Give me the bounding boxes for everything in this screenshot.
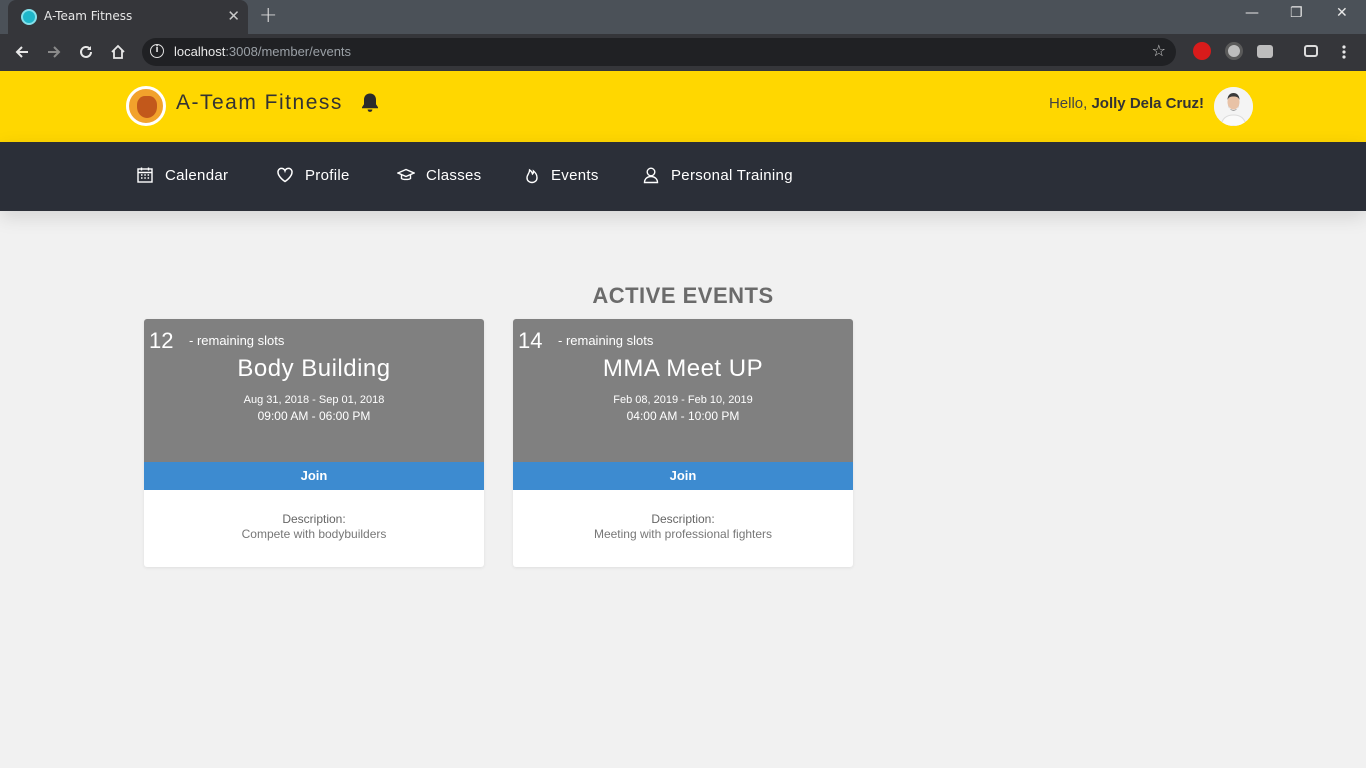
event-times: 04:00 AM - 10:00 PM: [626, 409, 740, 423]
tab-title: A-Team Fitness: [44, 9, 133, 23]
favicon-icon: [21, 9, 37, 25]
bookmark-star-icon[interactable]: ☆: [1152, 41, 1166, 60]
description-label: Description:: [651, 512, 715, 526]
app-header: A-Team Fitness Hello, Jolly Dela Cruz!: [0, 71, 1366, 142]
extension-incognito-icon[interactable]: [1304, 45, 1318, 57]
event-description: Meeting with professional fighters: [593, 527, 773, 541]
event-card-header: 14 - remaining slots MMA Meet UP Feb 08,…: [513, 319, 853, 462]
new-tab-button[interactable]: +: [259, 3, 277, 28]
nav-item-personal-training[interactable]: Personal Training: [642, 166, 793, 184]
extension-stop-icon[interactable]: [1193, 42, 1211, 60]
back-icon[interactable]: [10, 40, 34, 64]
remaining-slots-count: 12: [149, 328, 174, 353]
nav-label-personal-training: Personal Training: [671, 166, 793, 184]
nav-item-calendar[interactable]: Calendar: [136, 166, 228, 184]
event-dates: Aug 31, 2018 - Sep 01, 2018: [243, 394, 385, 406]
home-icon[interactable]: [106, 40, 130, 64]
browser-menu-icon[interactable]: [1332, 40, 1356, 64]
user-icon: [643, 167, 659, 184]
info-icon[interactable]: i: [150, 44, 164, 58]
nav-item-events[interactable]: Events: [524, 166, 599, 184]
browser-tab[interactable]: A-Team Fitness ✕: [8, 0, 248, 34]
graduation-cap-icon: [397, 168, 415, 181]
logo-figure-icon: [137, 96, 157, 118]
event-card: 12 - remaining slots Body Building Aug 3…: [144, 319, 484, 567]
nav-item-classes[interactable]: Classes: [397, 166, 481, 184]
event-description: Compete with bodybuilders: [241, 527, 387, 541]
event-title: MMA Meet UP: [602, 355, 764, 382]
remaining-slots-label: - remaining slots: [558, 333, 654, 348]
event-times: 09:00 AM - 06:00 PM: [257, 409, 371, 423]
nav-label-events: Events: [551, 166, 599, 184]
extension-camera-icon[interactable]: [1257, 45, 1273, 58]
event-title: Body Building: [237, 355, 391, 382]
tab-close-icon[interactable]: ✕: [227, 7, 240, 25]
nav-label-calendar: Calendar: [165, 166, 229, 184]
heart-icon: [277, 167, 293, 183]
remaining-slots-count: 14: [518, 328, 543, 353]
description-label: Description:: [282, 512, 346, 526]
notification-bell-icon[interactable]: [360, 92, 380, 117]
minimize-button[interactable]: —: [1245, 5, 1259, 21]
browser-toolbar: i localhost:3008/member/events ☆: [0, 34, 1366, 71]
nav-label-profile: Profile: [305, 166, 350, 184]
nav-label-classes: Classes: [426, 166, 482, 184]
restore-button[interactable]: ❐: [1290, 5, 1303, 21]
reload-icon[interactable]: [74, 40, 98, 64]
remaining-slots-label: - remaining slots: [189, 333, 285, 348]
forward-icon[interactable]: [42, 40, 66, 64]
user-greeting: Hello, Jolly Dela Cruz!: [1048, 95, 1204, 112]
flame-icon: [526, 168, 538, 184]
address-bar[interactable]: i localhost:3008/member/events ☆: [142, 38, 1176, 66]
brand-logo[interactable]: [126, 86, 166, 126]
user-avatar-icon: [1214, 87, 1253, 126]
window-close-button[interactable]: ✕: [1336, 5, 1348, 21]
extension-eye-icon[interactable]: [1225, 42, 1243, 60]
event-dates: Feb 08, 2019 - Feb 10, 2019: [613, 394, 753, 406]
page-title: ACTIVE EVENTS: [592, 283, 774, 308]
brand-name[interactable]: A-Team Fitness: [176, 91, 343, 115]
event-card-header: 12 - remaining slots Body Building Aug 3…: [144, 319, 484, 462]
nav-item-profile[interactable]: Profile: [276, 166, 350, 184]
avatar[interactable]: [1214, 87, 1253, 126]
main-navigation: Calendar Profile Classes Events Personal…: [0, 142, 1366, 211]
join-button[interactable]: Join: [513, 462, 853, 490]
user-name: Jolly Dela Cruz!: [1091, 95, 1204, 112]
event-card: 14 - remaining slots MMA Meet UP Feb 08,…: [513, 319, 853, 567]
join-button[interactable]: Join: [144, 462, 484, 490]
url-text[interactable]: localhost:3008/member/events: [174, 44, 351, 59]
browser-tab-bar: A-Team Fitness ✕ + — ❐ ✕: [0, 0, 1366, 34]
calendar-icon: [137, 167, 153, 183]
